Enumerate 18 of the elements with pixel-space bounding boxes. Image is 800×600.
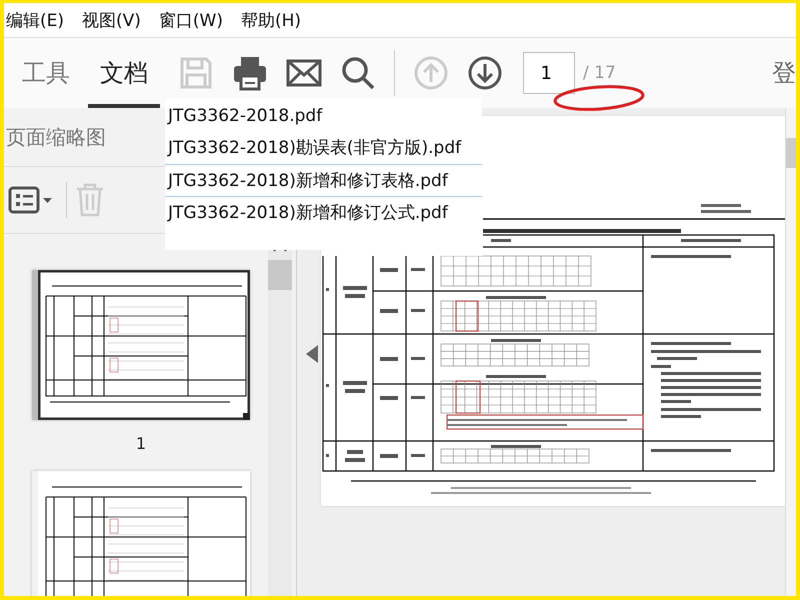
menu-item[interactable]: 窗口(W) [158, 8, 223, 32]
page-number-label: 1 [136, 434, 146, 453]
options-menu-icon[interactable] [8, 185, 54, 215]
page-total: / 17 [583, 63, 616, 83]
printer-icon[interactable] [232, 55, 268, 91]
sign-in-link[interactable]: 登 [772, 57, 796, 89]
page-thumbnail[interactable] [32, 270, 250, 420]
search-icon[interactable] [340, 55, 376, 91]
menu-item[interactable]: 编辑(E) [6, 8, 64, 32]
menu-item[interactable]: 视图(V) [82, 8, 141, 32]
toolbar-tab[interactable]: 工具 [10, 38, 82, 108]
menu-item[interactable]: 帮助(H) [241, 8, 302, 32]
dropdown-item[interactable]: JTG3362-2018)新增和修订公式.pdf [165, 196, 482, 228]
collapse-arrow-icon[interactable] [305, 344, 319, 364]
dropdown-item[interactable]: JTG3362-2018)新增和修订表格.pdf [165, 164, 482, 196]
scrollbar-thumb[interactable] [786, 138, 796, 168]
scrollbar-thumb[interactable] [268, 260, 292, 290]
page-number-field[interactable]: 1 [523, 52, 575, 94]
